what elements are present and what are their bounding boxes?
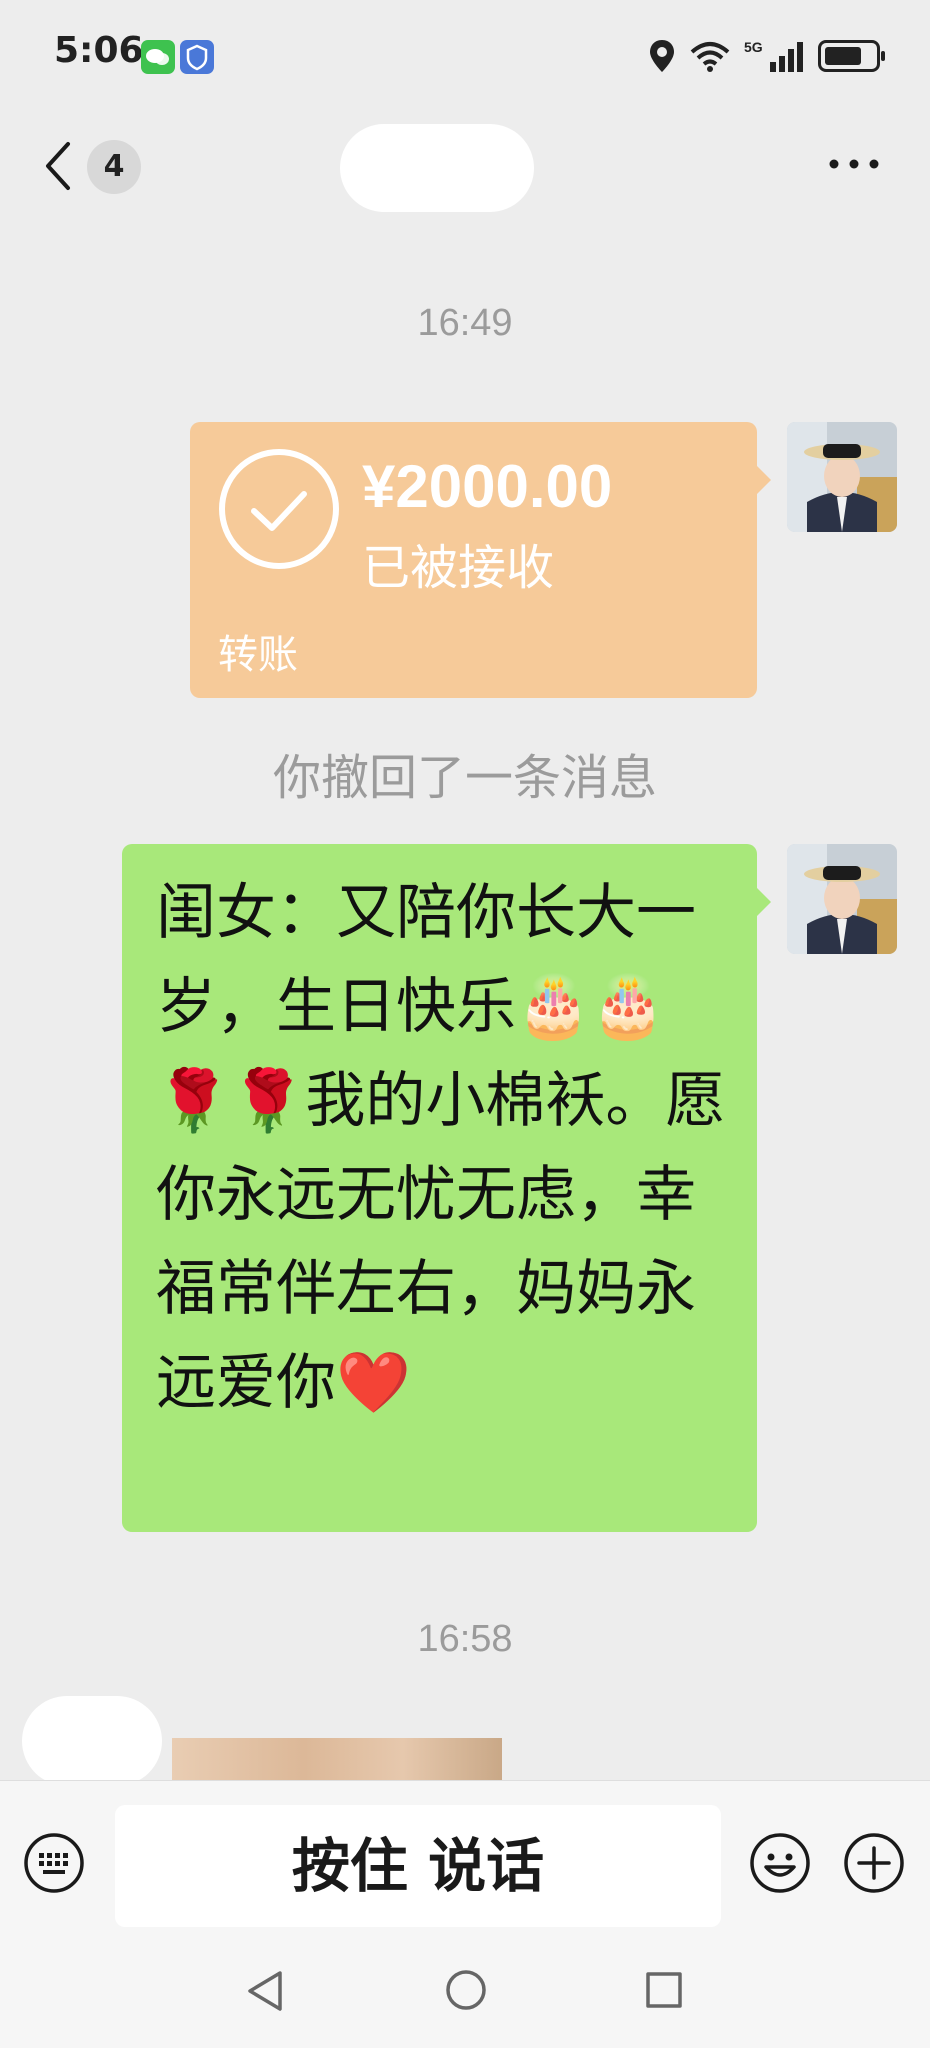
keyboard-toggle-button[interactable]	[22, 1831, 86, 1895]
back-button[interactable]	[38, 136, 78, 196]
transfer-status: 已被接收	[362, 540, 555, 596]
input-bar: 按住 说话	[0, 1780, 930, 1930]
avatar[interactable]	[787, 844, 897, 954]
status-time: 5:06	[54, 30, 144, 71]
status-icons: 5G	[648, 36, 885, 76]
image-message[interactable]	[172, 1738, 502, 1780]
more-dots-icon	[829, 159, 879, 169]
nav-home-button[interactable]	[444, 1968, 488, 2012]
square-recents-icon	[646, 1972, 682, 2008]
transfer-label: 转账	[218, 632, 298, 678]
battery-icon	[818, 40, 885, 72]
svg-text:5G: 5G	[744, 39, 763, 55]
location-icon	[650, 40, 674, 72]
more-button[interactable]	[828, 154, 880, 174]
system-nav-bar	[0, 1930, 930, 2048]
wechat-notification-icon	[141, 40, 175, 74]
nav-back-button[interactable]	[244, 1968, 288, 2014]
nav-recents-button[interactable]	[644, 1970, 684, 2010]
plus-circle-icon	[844, 1833, 904, 1893]
sender-avatar-redacted[interactable]	[22, 1696, 162, 1786]
transfer-card[interactable]: ¥2000.00 已被接收 转账	[190, 422, 771, 698]
wifi-icon	[690, 42, 730, 72]
message-bubble[interactable]: 闺女：又陪你长大一岁，生日快乐🎂🎂🌹🌹我的小棉袄。愿你永远无忧无虑，幸福常伴左右…	[122, 844, 771, 1532]
recall-notice: 你撤回了一条消息	[272, 750, 657, 806]
signal-5g-icon: 5G	[744, 39, 803, 72]
smiley-icon	[750, 1833, 810, 1893]
transfer-amount: ¥2000.00	[362, 453, 613, 520]
bubble-tail	[755, 464, 771, 496]
more-actions-button[interactable]	[842, 1831, 906, 1895]
triangle-back-icon	[248, 1971, 282, 2011]
message-timestamp: 16:49	[417, 302, 513, 344]
chevron-left-icon	[46, 142, 70, 190]
chat-title-redacted	[340, 124, 534, 212]
chat-header: 4	[0, 110, 930, 220]
keyboard-icon	[24, 1833, 84, 1893]
avatar[interactable]	[787, 422, 897, 532]
security-app-icon	[180, 40, 214, 74]
bubble-tail	[755, 886, 771, 918]
unread-count-badge: 4	[87, 140, 141, 194]
status-bar: 5:06 5G	[0, 0, 930, 110]
emoji-button[interactable]	[748, 1831, 812, 1895]
message-timestamp: 16:58	[417, 1618, 513, 1660]
checkmark-circle-icon	[219, 449, 339, 569]
circle-home-icon	[446, 1970, 486, 2010]
message-text: 闺女：又陪你长大一岁，生日快乐🎂🎂🌹🌹我的小棉袄。愿你永远无忧无虑，幸福常伴左右…	[156, 878, 726, 1418]
hold-to-talk-button[interactable]: 按住 说话	[115, 1805, 721, 1927]
